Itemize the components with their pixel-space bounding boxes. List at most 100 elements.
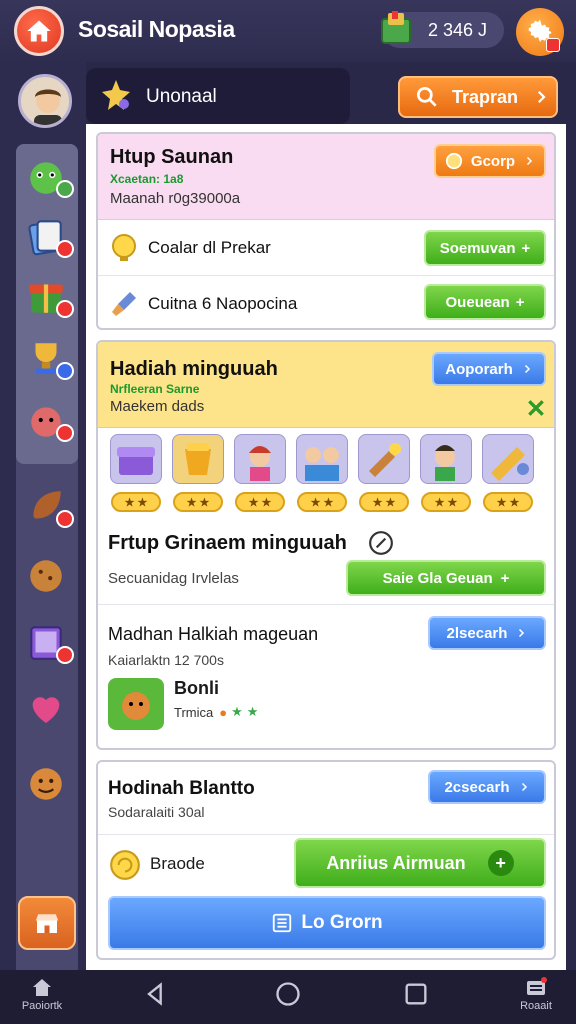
coin-swirl-icon [110,850,140,880]
section-subtitle: Secuanidag Irvlelas [108,570,239,587]
chest-icon [117,447,155,475]
rail-item-gift[interactable] [22,272,74,320]
coin-value: 2 346 J [428,20,488,40]
app-title: Sosail Nopasia [78,16,235,42]
nav-recents[interactable] [386,980,446,1024]
shop-button[interactable] [18,896,76,950]
orange-gem-icon: ● [219,704,228,720]
top-action-label: Trapran [452,86,519,107]
item-thumbnail[interactable] [108,678,164,730]
row-action-label: Oueuean [445,293,510,311]
section-action-button[interactable]: Saie Gla Geuan + [346,560,546,596]
card-header: Hadiah minguuah Nrfleeran Sarne Maekem d… [98,342,554,428]
rail-item-pet[interactable] [22,396,74,444]
home-button[interactable] [14,6,64,56]
rail-item-book[interactable] [22,618,74,666]
home-icon [27,20,51,42]
top-action-button[interactable]: Trapran [398,76,558,118]
reward-item[interactable] [482,434,534,484]
rail-badge [56,424,74,442]
reward-star-badge: ★ ★ [483,492,533,512]
reward-item[interactable] [172,434,224,484]
wide-action-label: Lo Grorn [301,912,383,933]
avatar[interactable] [18,74,72,128]
notification-badge [546,38,560,52]
row-action-button[interactable]: Soemuvan + [424,230,546,266]
claim-button[interactable]: Anriius Airmuan + [294,838,546,888]
rail-item-trophy[interactable] [22,334,74,382]
claim-label: Anriius Airmuan [326,852,466,873]
square-icon [405,983,427,1005]
item-sub: Trmica [174,704,214,720]
back-icon [147,982,162,1006]
reward-item[interactable] [296,434,348,484]
user-avatar-icon [34,89,62,125]
card-primary-button[interactable]: 2csecarh [428,770,546,804]
divider [98,604,554,605]
reward-star-badge: ★ ★ [297,492,347,512]
card-primary-label: Aoporarh [445,360,513,378]
nav-label: Paoiortk [21,1000,63,1012]
rail-badge [56,240,74,258]
chevron-right-icon [521,782,527,792]
left-rail [0,62,86,1024]
green-star-icon: ★ [231,704,243,719]
rail-item-face[interactable] [22,760,70,808]
rail-item-monster[interactable] [22,152,74,200]
character-icon [249,446,271,481]
plus-icon: + [521,239,531,257]
card-subtitle: Maekem dads [110,398,205,415]
card-title: Htup Saunan [110,146,234,168]
info-icon[interactable] [368,530,394,556]
coin-balance[interactable]: 2 346 J [381,11,504,48]
nav-item-profile[interactable]: Paoiortk [12,976,72,1020]
top-bar: Sosail Nopasia 2 346 J [0,0,576,62]
inbox-icon [527,977,547,995]
reward-item[interactable] [358,434,410,484]
close-icon[interactable] [526,398,546,418]
rail-item-heart[interactable] [22,684,70,732]
brush-icon [112,292,136,316]
rail-badge [56,510,74,528]
row-label: Cuitna 6 Naopocina [148,294,298,313]
wide-action-button[interactable]: Lo Grorn [108,896,546,950]
card-primary-label: 2csecarh [444,778,510,796]
rail-item-cookie[interactable] [22,552,70,600]
card-green-text: Xcaetan: 1a8 [110,172,184,186]
chevron-right-icon [527,156,533,166]
plus-icon: + [500,569,510,587]
card-primary-label: Gcorp [470,152,516,170]
item-name: Bonli [174,678,219,698]
section-action-button[interactable]: 2lsecarh [428,616,546,650]
reward-star-badge: ★ ★ [111,492,161,512]
nav-back[interactable] [126,980,186,1024]
section-title: Madhan Halkiah mageuan [108,624,319,644]
treasure-chest-icon [381,11,411,44]
nav-label: Roaait [520,1000,552,1012]
card-primary-button[interactable]: Aoporarh [432,352,546,386]
chevron-right-icon [537,90,546,104]
reward-item[interactable] [234,434,286,484]
nav-item-report[interactable]: Roaait [506,976,566,1020]
golden-horn-icon [491,447,529,481]
rail-item-leaf[interactable] [22,482,74,530]
header-label: Unonaal [146,86,217,107]
card-primary-button[interactable]: Gcorp [434,144,546,178]
reward-item[interactable] [110,434,162,484]
rail-item-cards[interactable] [22,212,74,260]
tool-icon [369,443,401,477]
rail-badge [56,180,74,198]
reward-item[interactable] [420,434,472,484]
sparkle-star-icon [102,80,130,110]
row-label: Coalar dl Prekar [148,238,271,257]
settings-button[interactable] [516,8,564,56]
nav-home[interactable] [258,980,318,1024]
green-star-icon: ★ [246,704,259,719]
house-icon [33,979,51,996]
plus-circle-icon: + [487,850,514,876]
row-action-button[interactable]: Oueuean + [424,284,546,320]
row-action-label: Soemuvan [439,239,516,257]
divider [98,834,554,835]
card-green-text: Nrfleeran Sarne [110,382,200,396]
item-meta: Trmica ● ★ ★ [174,704,258,720]
